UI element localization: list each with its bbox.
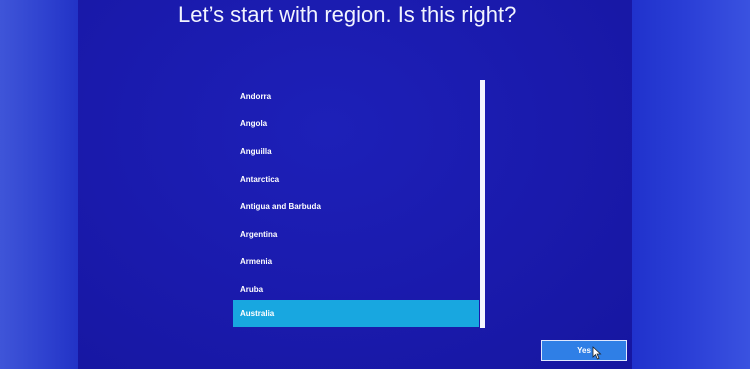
region-item-angola[interactable]: Angola (233, 110, 479, 137)
region-item-andorra[interactable]: Andorra (233, 83, 479, 110)
region-item-armenia[interactable]: Armenia (233, 248, 479, 275)
mouse-pointer-icon (592, 346, 602, 360)
list-scrollbar[interactable] (480, 80, 485, 328)
region-list[interactable]: Andorra Angola Anguilla Antarctica Antig… (233, 80, 479, 328)
region-item-anguilla[interactable]: Anguilla (233, 138, 479, 165)
region-item-antigua-and-barbuda[interactable]: Antigua and Barbuda (233, 193, 479, 220)
monitor-bezel-right (632, 0, 750, 369)
region-item-argentina[interactable]: Argentina (233, 221, 479, 248)
page-title: Let’s start with region. Is this right? (178, 2, 517, 27)
region-item-australia[interactable]: Australia (233, 300, 479, 327)
setup-screen: Let’s start with region. Is this right? … (78, 0, 632, 369)
monitor-bezel-left (0, 0, 78, 369)
yes-button[interactable]: Yes (541, 340, 627, 361)
region-item-aruba[interactable]: Aruba (233, 276, 479, 303)
region-item-antarctica[interactable]: Antarctica (233, 166, 479, 193)
